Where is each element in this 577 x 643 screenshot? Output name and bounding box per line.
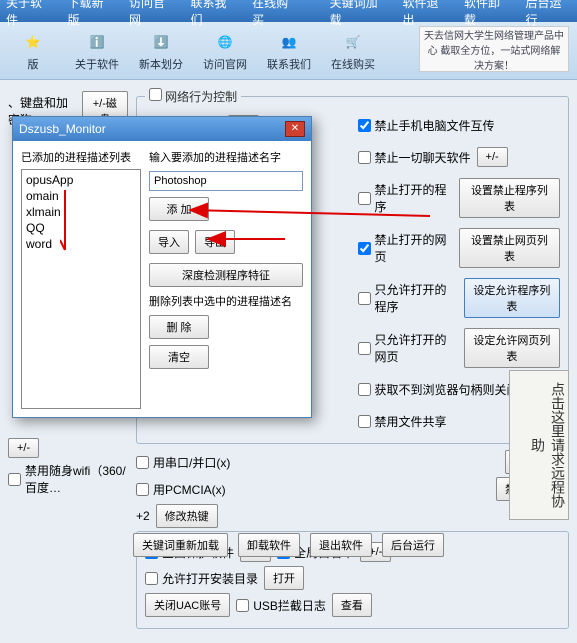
chk-allowweb[interactable]: 只允许打开的网页 xyxy=(358,331,458,365)
deep-detect-button[interactable]: 深度检测程序特征 xyxy=(149,263,303,287)
btn-background[interactable]: 后台运行 xyxy=(382,533,444,557)
list-item[interactable]: QQ xyxy=(24,220,138,236)
chk-net-enable[interactable] xyxy=(149,88,162,101)
contact-icon: 👥 xyxy=(277,30,301,54)
tb-version[interactable]: ⭐版 xyxy=(4,26,62,76)
menu-exit[interactable]: 软件退出 xyxy=(402,0,448,28)
globe-icon: 🌐 xyxy=(213,30,237,54)
bottom-bar: 关键词重新加载 卸载软件 退出软件 后台运行 xyxy=(8,533,569,557)
btn-exit[interactable]: 退出软件 xyxy=(310,533,372,557)
banner: 天去信网大学生网络管理产品中心 截取全方位，一站式网络解决方案！ xyxy=(419,26,569,72)
input-label: 输入要添加的进程描述名字 xyxy=(149,149,303,165)
list-item[interactable]: omain xyxy=(24,188,138,204)
list-item[interactable]: xlmain xyxy=(24,204,138,220)
close-icon[interactable]: ✕ xyxy=(285,121,305,137)
chk-phone[interactable]: 禁止手机电脑文件互传 xyxy=(358,117,495,134)
side-banner[interactable]: 点击这里请求远程协助 xyxy=(509,370,569,520)
chk-allowprog[interactable]: 只允许打开的程序 xyxy=(358,281,458,315)
add-button[interactable]: 添 加 xyxy=(149,197,209,221)
import-button[interactable]: 导入 xyxy=(149,230,189,254)
tb-download[interactable]: ⬇️新本划分 xyxy=(132,26,190,76)
process-name-input[interactable] xyxy=(149,171,303,191)
menu-keyword[interactable]: 关键词加载 xyxy=(330,0,387,28)
menu-bg[interactable]: 后台运行 xyxy=(526,0,572,28)
list-item[interactable]: opusApp xyxy=(24,172,138,188)
menu-uninstall[interactable]: 软件卸载 xyxy=(464,0,510,28)
menu-buy[interactable]: 在线购买 xyxy=(252,0,298,28)
process-listbox[interactable]: opusApp omain xlmain QQ word xyxy=(21,169,141,409)
chk-install[interactable]: 允许打开安装目录 xyxy=(145,570,258,587)
dialog-titlebar[interactable]: Dszusb_Monitor ✕ xyxy=(13,117,311,141)
chk-wifi[interactable]: 禁用随身wifi（360/百度… xyxy=(8,462,128,496)
btn-view[interactable]: 查看 xyxy=(332,593,372,617)
btn-uninstall[interactable]: 卸载软件 xyxy=(238,533,300,557)
export-button[interactable]: 导出 xyxy=(195,230,235,254)
tb-contact[interactable]: 👥联系我们 xyxy=(260,26,318,76)
clear-button[interactable]: 清空 xyxy=(149,345,209,369)
delete-label: 删除列表中选中的进程描述名 xyxy=(149,293,303,309)
chk-chat[interactable]: 禁止一切聊天软件 xyxy=(358,149,471,166)
star-icon: ⭐ xyxy=(21,30,45,54)
info-icon: ℹ️ xyxy=(85,30,109,54)
tb-about[interactable]: ℹ️关于软件 xyxy=(68,26,126,76)
btn-uac[interactable]: 关闭UAC账号 xyxy=(145,593,230,617)
btn-allowprog[interactable]: 设定允许程序列表 xyxy=(464,278,560,318)
btn-reload-keyword[interactable]: 关键词重新加载 xyxy=(133,533,228,557)
menu-download[interactable]: 下载新版 xyxy=(68,0,114,28)
download-icon: ⬇️ xyxy=(149,30,173,54)
btn-chat[interactable]: +/- xyxy=(477,147,508,167)
btn-allowweb[interactable]: 设定允许网页列表 xyxy=(464,328,560,368)
tb-site[interactable]: 🌐访问官网 xyxy=(196,26,254,76)
hotkey-suffix: +2 xyxy=(136,509,150,523)
btn-hotkey[interactable]: 修改热键 xyxy=(156,504,218,528)
chk-noweb[interactable]: 禁止打开的网页 xyxy=(358,231,453,265)
small-toggle-button[interactable]: +/- xyxy=(8,438,39,458)
chk-share[interactable]: 禁用文件共享 xyxy=(358,413,447,430)
btn-noopen[interactable]: 设置禁止程序列表 xyxy=(459,178,560,218)
monitor-dialog: Dszusb_Monitor ✕ 已添加的进程描述列表 opusApp omai… xyxy=(12,116,312,418)
btn-open[interactable]: 打开 xyxy=(264,566,304,590)
tb-buy[interactable]: 🛒在线购买 xyxy=(324,26,382,76)
cart-icon: 🛒 xyxy=(341,30,365,54)
list-item[interactable]: word xyxy=(24,236,138,252)
chk-usb[interactable]: USB拦截日志 xyxy=(236,597,326,614)
menu-contact[interactable]: 联系我们 xyxy=(191,0,237,28)
delete-button[interactable]: 删 除 xyxy=(149,315,209,339)
menubar: 关于软件 下载新版 访问官网 联系我们 在线购买 关键词加载 软件退出 软件卸载… xyxy=(0,0,577,22)
added-list-label: 已添加的进程描述列表 xyxy=(21,149,141,165)
btn-noweb[interactable]: 设置禁止网页列表 xyxy=(459,228,560,268)
dialog-title-text: Dszusb_Monitor xyxy=(19,122,106,136)
chk-pcmcia[interactable]: 用PCMCIA(x) xyxy=(136,481,226,498)
menu-about[interactable]: 关于软件 xyxy=(6,0,52,28)
menu-site[interactable]: 访问官网 xyxy=(129,0,175,28)
chk-serial[interactable]: 用串口/并口(x) xyxy=(136,454,230,471)
chk-noopen[interactable]: 禁止打开的程序 xyxy=(358,181,453,215)
